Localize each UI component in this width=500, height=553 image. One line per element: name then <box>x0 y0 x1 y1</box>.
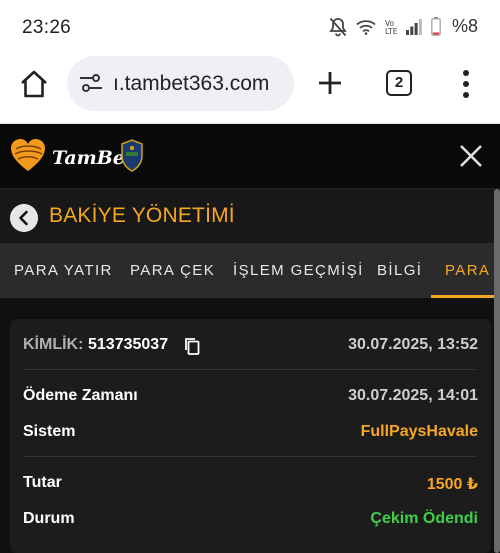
status-icons: Vo LTE %8 <box>329 16 478 37</box>
battery-percent: %8 <box>451 16 478 36</box>
section-header: BAKİYE YÖNETİMİ <box>0 189 500 243</box>
status-label: Durum <box>23 510 75 527</box>
payment-time-value: 30.07.2025, 14:01 <box>348 387 478 404</box>
close-icon[interactable] <box>458 143 484 169</box>
browser-toolbar: ı.tambet363.com 2 <box>0 52 500 124</box>
payment-time-label: Ödeme Zamanı <box>23 387 138 404</box>
site-settings-icon[interactable] <box>79 72 103 94</box>
amount-row: Tutar 1500 ₺ <box>23 474 478 498</box>
tab-switcher-button[interactable]: 2 <box>386 70 412 96</box>
amount-value: 1500 ₺ <box>426 476 478 493</box>
tab-para-cekme-gecmisi[interactable]: PARA Ç <box>445 243 500 298</box>
volte-icon: Vo LTE <box>385 19 397 36</box>
kimlik-row: KİMLİK: 513735037 30.07.2025, 13:52 <box>23 336 478 360</box>
created-date: 30.07.2025, 13:52 <box>348 336 478 353</box>
system-label: Sistem <box>23 423 76 440</box>
url-text[interactable]: ı.tambet363.com <box>113 72 269 96</box>
scrollbar[interactable] <box>494 189 500 553</box>
signal-icon <box>405 18 422 35</box>
clock: 23:26 <box>22 17 72 38</box>
more-menu-icon[interactable] <box>460 69 472 99</box>
payment-time-row: Ödeme Zamanı 30.07.2025, 14:01 <box>23 387 478 411</box>
status-row: Durum Çekim Ödendi <box>23 510 478 534</box>
new-tab-icon[interactable] <box>316 69 344 97</box>
transaction-card: KİMLİK: 513735037 30.07.2025, 13:52 Ödem… <box>10 319 491 553</box>
divider <box>23 456 476 457</box>
tambet-logo[interactable]: TamBet <box>10 138 150 174</box>
back-arrow-icon[interactable] <box>10 204 38 232</box>
kimlik-value: 513735037 <box>88 336 169 353</box>
copy-icon[interactable] <box>184 337 200 355</box>
battery-icon <box>431 17 441 36</box>
address-bar[interactable]: ı.tambet363.com <box>67 56 294 111</box>
page-title: BAKİYE YÖNETİMİ <box>49 204 235 227</box>
active-tab-indicator <box>431 295 500 298</box>
tab-islem-gecmisi[interactable]: İŞLEM GEÇMİŞİ <box>233 243 364 298</box>
divider <box>23 369 476 370</box>
amount-label: Tutar <box>23 474 62 491</box>
system-value: FullPaysHavale <box>360 423 478 440</box>
tab-para-cek[interactable]: PARA ÇEK <box>130 243 215 298</box>
mute-icon <box>329 17 347 36</box>
wifi-icon <box>356 19 376 35</box>
kimlik-label: KİMLİK: <box>23 336 84 353</box>
tab-bar: PARA YATIR PARA ÇEK İŞLEM GEÇMİŞİ BİLGİ … <box>0 243 500 298</box>
status-bar: 23:26 Vo LTE %8 <box>0 0 500 52</box>
tab-para-yatir[interactable]: PARA YATIR <box>14 243 113 298</box>
tab-bilgi[interactable]: BİLGİ <box>377 243 422 298</box>
status-value: Çekim Ödendi <box>370 510 478 527</box>
site-content: TamBet BAKİYE YÖNETİMİ PARA YATIR PARA Ç… <box>0 124 500 553</box>
system-row: Sistem FullPaysHavale <box>23 423 478 447</box>
site-header: TamBet <box>0 124 500 189</box>
home-icon[interactable] <box>18 68 50 100</box>
svg-text:LTE: LTE <box>385 27 397 36</box>
